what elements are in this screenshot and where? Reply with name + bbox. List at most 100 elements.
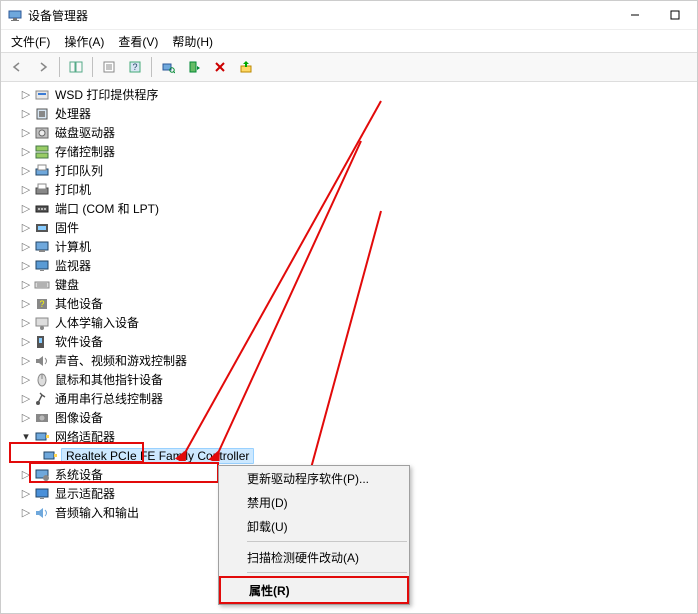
uninstall-button[interactable]	[208, 55, 232, 79]
tree-label: 打印机	[53, 181, 93, 198]
help-button[interactable]: ?	[123, 55, 147, 79]
titlebar: 设备管理器	[1, 1, 697, 30]
tree-label: 软件设备	[53, 333, 105, 350]
menu-disable[interactable]: 禁用(D)	[219, 490, 409, 514]
tree-item[interactable]: ▷ 计算机	[1, 237, 697, 256]
tree-item[interactable]: ▷ 通用串行总线控制器	[1, 389, 697, 408]
expand-icon[interactable]: ▷	[19, 468, 33, 481]
expand-icon[interactable]: ▷	[19, 297, 33, 310]
menu-action[interactable]: 操作(A)	[58, 31, 110, 52]
tree-item[interactable]: ▷ 磁盘驱动器	[1, 123, 697, 142]
tree-label: 声音、视频和游戏控制器	[53, 352, 189, 369]
tree-item[interactable]: ▷ 打印机	[1, 180, 697, 199]
expand-icon[interactable]: ▷	[19, 392, 33, 405]
toolbar-separator	[92, 57, 93, 77]
tree-item[interactable]: ▷ 处理器	[1, 104, 697, 123]
menu-uninstall[interactable]: 卸载(U)	[219, 514, 409, 538]
tree-item[interactable]: ▷存储控制器	[1, 142, 697, 161]
forward-button[interactable]	[31, 55, 55, 79]
expand-icon[interactable]: ▷	[19, 335, 33, 348]
expand-icon[interactable]: ▷	[19, 164, 33, 177]
audio-icon	[34, 505, 50, 521]
expand-icon[interactable]: ▷	[19, 221, 33, 234]
tree-label: 其他设备	[53, 295, 105, 312]
expand-icon[interactable]: ▷	[19, 316, 33, 329]
tree-label: 鼠标和其他指针设备	[53, 371, 165, 388]
tree-item[interactable]: ▷键盘	[1, 275, 697, 294]
tree-label: Realtek PCIe FE Family Controller	[61, 448, 254, 464]
app-icon	[7, 7, 23, 23]
tree-label: 计算机	[53, 238, 93, 255]
menu-properties[interactable]: 属性(R)	[219, 576, 409, 604]
menu-scan[interactable]: 扫描检测硬件改动(A)	[219, 545, 409, 569]
show-hide-tree-button[interactable]	[64, 55, 88, 79]
expand-icon[interactable]: ▷	[19, 240, 33, 253]
tree-label: 显示适配器	[53, 485, 117, 502]
tree-item[interactable]: ▷ 人体学输入设备	[1, 313, 697, 332]
expand-icon[interactable]: ▷	[19, 183, 33, 196]
update-driver-button[interactable]	[234, 55, 258, 79]
tree-label: 通用串行总线控制器	[53, 390, 165, 407]
menu-view[interactable]: 查看(V)	[112, 31, 164, 52]
tree-label: 固件	[53, 219, 81, 236]
system-icon	[34, 467, 50, 483]
tree-item[interactable]: ▷ WSD 打印提供程序	[1, 85, 697, 104]
properties-button[interactable]	[97, 55, 121, 79]
hid-icon	[34, 315, 50, 331]
expand-icon[interactable]: ▷	[19, 506, 33, 519]
mouse-icon	[34, 372, 50, 388]
minimize-button[interactable]	[615, 2, 655, 28]
menu-file[interactable]: 文件(F)	[5, 31, 56, 52]
expand-icon[interactable]: ▷	[19, 259, 33, 272]
expand-icon[interactable]: ▷	[19, 88, 33, 101]
tree-label: 图像设备	[53, 409, 105, 426]
tree-label: 网络适配器	[53, 428, 117, 445]
expand-icon[interactable]: ▷	[19, 373, 33, 386]
menu-help[interactable]: 帮助(H)	[166, 31, 219, 52]
menu-update-driver[interactable]: 更新驱动程序软件(P)...	[219, 466, 409, 490]
network-icon	[34, 429, 50, 445]
tree-item[interactable]: ▷端口 (COM 和 LPT)	[1, 199, 697, 218]
scan-button[interactable]	[156, 55, 180, 79]
tree-item[interactable]: ▷打印队列	[1, 161, 697, 180]
device-manager-window: 设备管理器 文件(F) 操作(A) 查看(V) 帮助(H) ? ▷ WSD 打印提…	[0, 0, 698, 614]
tree-label: 处理器	[53, 105, 93, 122]
menu-separator	[247, 572, 407, 573]
tree-label: 监视器	[53, 257, 93, 274]
expand-icon[interactable]: ▷	[19, 126, 33, 139]
image-icon	[34, 410, 50, 426]
disk-icon	[34, 125, 50, 141]
expand-icon[interactable]: ▷	[19, 202, 33, 215]
window-title: 设备管理器	[28, 7, 615, 24]
soft-icon	[34, 334, 50, 350]
tree-label: 磁盘驱动器	[53, 124, 117, 141]
storage-icon	[34, 144, 50, 160]
tree-item-network[interactable]: ▾ 网络适配器	[1, 427, 697, 446]
enable-button[interactable]	[182, 55, 206, 79]
tree-item[interactable]: ▷ 固件	[1, 218, 697, 237]
tree-item[interactable]: ▷ 图像设备	[1, 408, 697, 427]
svg-text:?: ?	[132, 62, 137, 72]
toolbar-separator	[59, 57, 60, 77]
tree-label: 人体学输入设备	[53, 314, 141, 331]
expand-icon[interactable]: ▷	[19, 411, 33, 424]
tree-item[interactable]: ▷?其他设备	[1, 294, 697, 313]
display-icon	[34, 486, 50, 502]
back-button[interactable]	[5, 55, 29, 79]
collapse-icon[interactable]: ▾	[19, 430, 33, 443]
expand-icon[interactable]: ▷	[19, 278, 33, 291]
tree-item[interactable]: ▷ 鼠标和其他指针设备	[1, 370, 697, 389]
expand-icon[interactable]: ▷	[19, 354, 33, 367]
tree-label: WSD 打印提供程序	[53, 86, 160, 103]
tree-item-network-child[interactable]: Realtek PCIe FE Family Controller	[1, 446, 697, 465]
tree-item[interactable]: ▷ 软件设备	[1, 332, 697, 351]
computer-icon	[34, 239, 50, 255]
port-icon	[34, 201, 50, 217]
tree-item[interactable]: ▷ 监视器	[1, 256, 697, 275]
expand-icon[interactable]: ▷	[19, 145, 33, 158]
expand-icon[interactable]: ▷	[19, 487, 33, 500]
tree-item[interactable]: ▷ 声音、视频和游戏控制器	[1, 351, 697, 370]
expand-icon[interactable]: ▷	[19, 107, 33, 120]
maximize-button[interactable]	[655, 2, 695, 28]
wsd-icon	[34, 87, 50, 103]
